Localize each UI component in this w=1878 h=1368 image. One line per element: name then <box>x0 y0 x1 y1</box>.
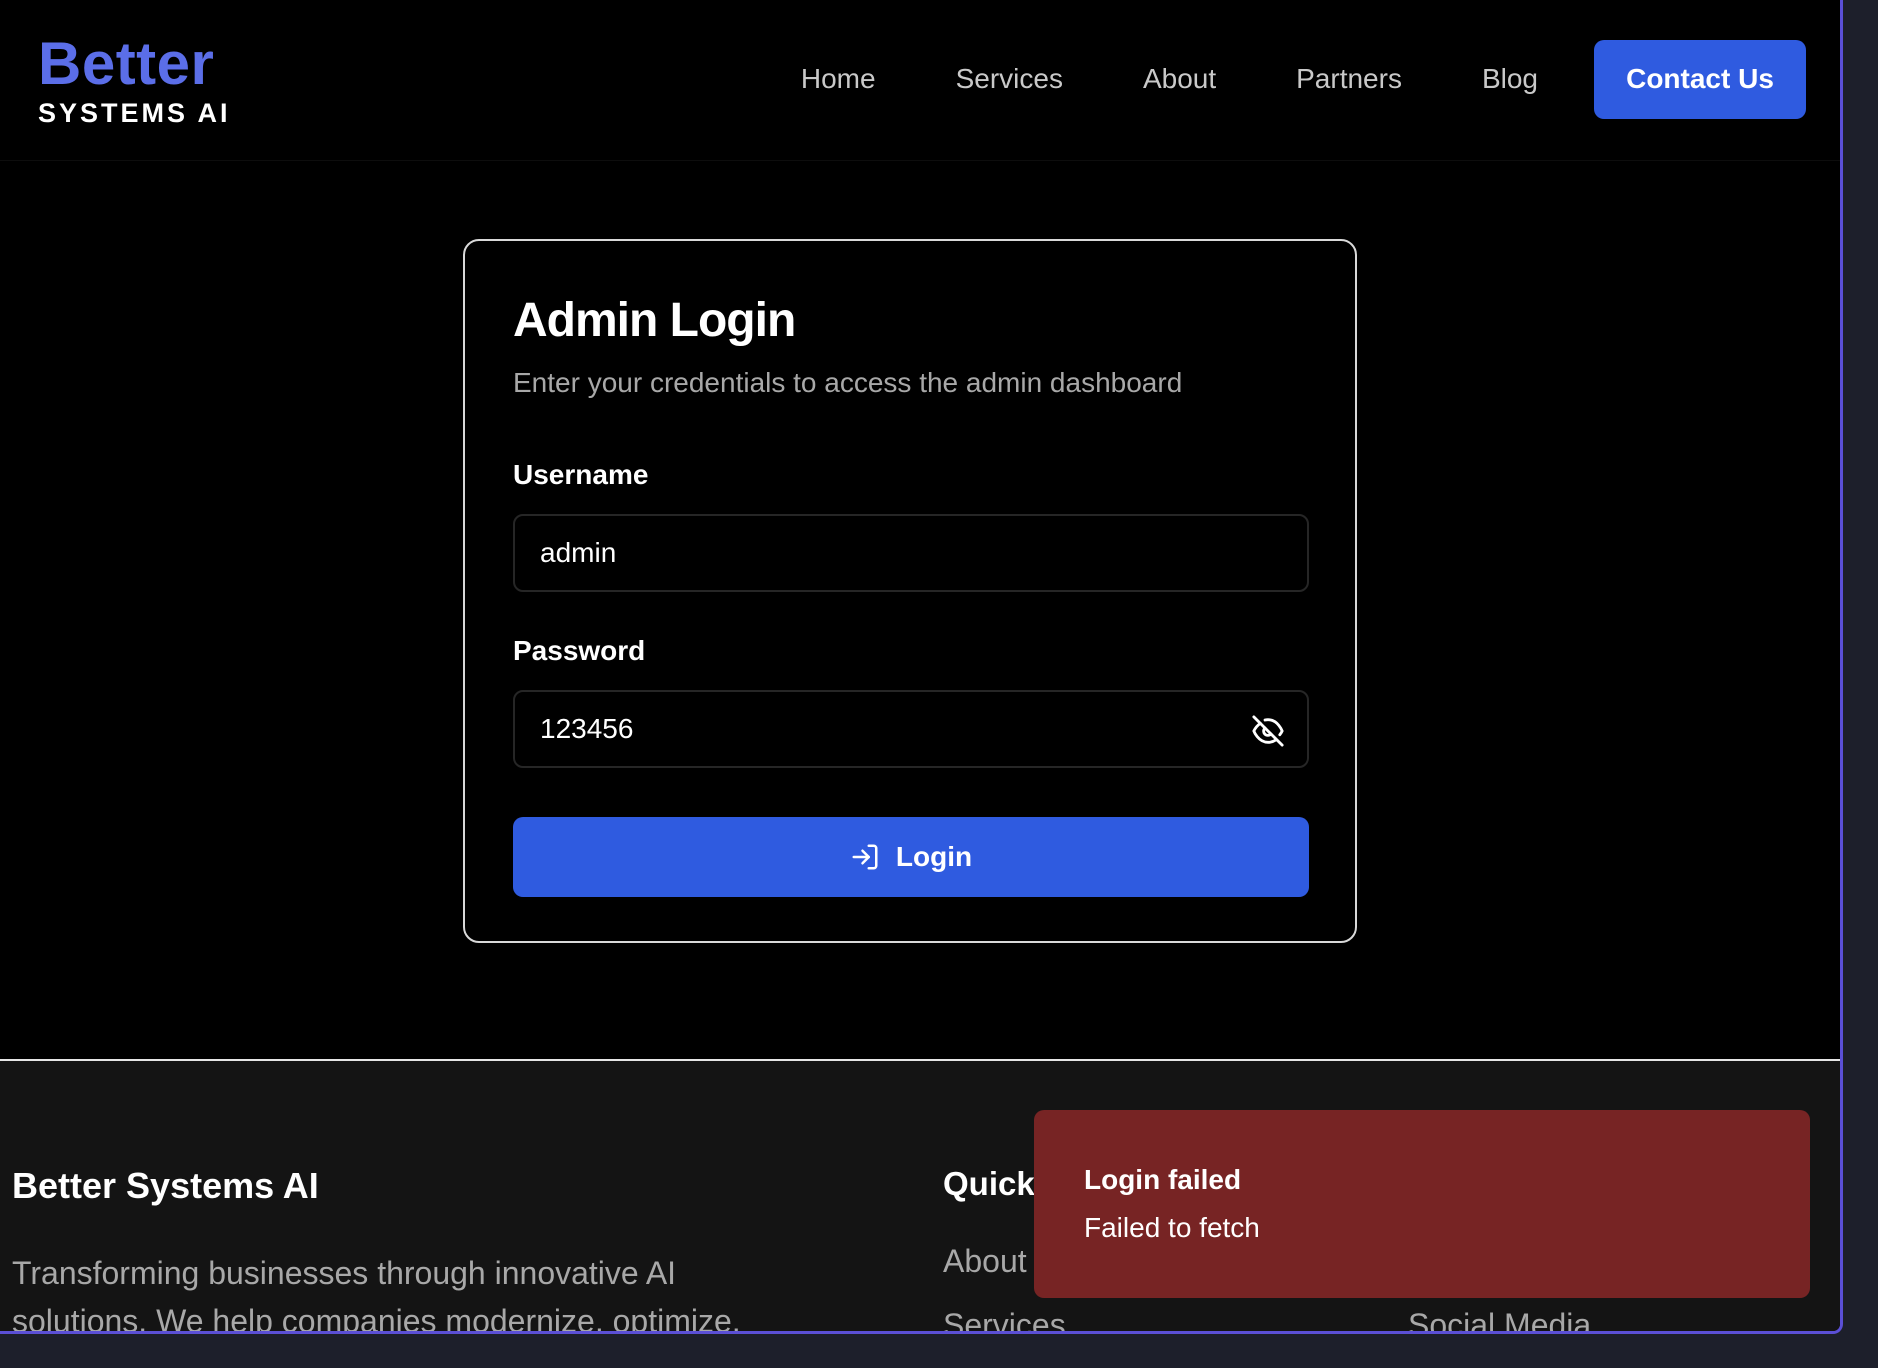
log-in-icon <box>852 844 878 870</box>
footer-link-about[interactable]: About <box>943 1243 1027 1280</box>
nav-about[interactable]: About <box>1143 63 1216 95</box>
login-card: Admin Login Enter your credentials to ac… <box>463 239 1357 943</box>
browser-viewport: Better SYSTEMS AI Home Services About Pa… <box>0 0 1843 1334</box>
footer-description: Transforming businesses through innovati… <box>12 1255 741 1334</box>
nav-partners[interactable]: Partners <box>1296 63 1402 95</box>
login-title: Admin Login <box>513 294 796 347</box>
nav-services[interactable]: Services <box>956 63 1063 95</box>
password-input[interactable]: 123456 <box>513 690 1309 768</box>
toast-message: Failed to fetch <box>1084 1212 1260 1243</box>
footer-social-title: Social Media <box>1408 1307 1592 1334</box>
logo-wordmark: Better <box>38 30 215 97</box>
contact-us-button[interactable]: Contact Us <box>1594 39 1806 119</box>
footer-quick-links-title: Quick <box>943 1165 1035 1202</box>
login-subtitle: Enter your credentials to access the adm… <box>513 367 1183 398</box>
username-input[interactable]: admin <box>513 514 1309 592</box>
password-label: Password <box>513 635 646 666</box>
logo-tagline: SYSTEMS AI <box>38 98 231 128</box>
nav-home[interactable]: Home <box>801 63 876 95</box>
nav-blog[interactable]: Blog <box>1482 63 1538 95</box>
eye-off-icon[interactable] <box>1251 714 1285 748</box>
site-logo[interactable]: Better SYSTEMS AI <box>38 30 231 128</box>
username-value: admin <box>540 537 617 568</box>
main-nav: Home Services About Partners Blog Contac… <box>801 39 1806 119</box>
login-button-label: Login <box>895 841 973 872</box>
footer-brand: Better Systems AI <box>12 1165 319 1206</box>
footer-link-services[interactable]: Services <box>943 1307 1066 1331</box>
site-header: Better SYSTEMS AI Home Services About Pa… <box>0 0 1840 161</box>
toast-title: Login failed <box>1084 1164 1242 1195</box>
login-button[interactable]: Login <box>513 817 1309 897</box>
password-value: 123456 <box>540 713 634 744</box>
username-label: Username <box>513 459 649 490</box>
error-toast[interactable]: Login failed Failed to fetch <box>1034 1110 1810 1298</box>
